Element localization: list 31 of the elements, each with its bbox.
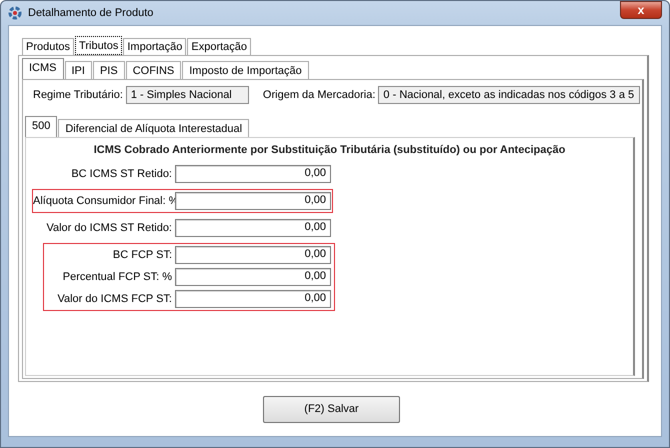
regime-field[interactable]: 1 - Simples Nacional — [126, 86, 250, 104]
tab[interactable]: ICMS — [22, 58, 64, 79]
tab[interactable]: IPI — [64, 61, 92, 79]
field-label: Valor do ICMS ST Retido: — [45, 222, 173, 234]
input-field[interactable]: 0,00 — [175, 290, 331, 308]
field-label: Valor do ICMS FCP ST: — [56, 293, 173, 305]
field-label: Origem da Mercadoria: — [262, 89, 376, 101]
input-field[interactable]: 0,00 — [175, 165, 331, 183]
tab[interactable]: Diferencial de Alíquota Interestadual — [58, 119, 250, 137]
close-button[interactable]: x — [620, 1, 662, 19]
input-field[interactable]: 0,00 — [175, 268, 331, 286]
field-label: Percentual FCP ST: % — [62, 271, 173, 283]
section-heading: ICMS Cobrado Anteriormente por Substituição Tributária (substituído) ou por Antecipação — [92, 144, 566, 156]
input-field[interactable]: 0,00 — [175, 219, 331, 237]
save-button[interactable]: (F2) Salvar — [263, 396, 400, 422]
tab[interactable]: Exportação — [187, 38, 252, 55]
input-field[interactable]: 0,00 — [175, 246, 331, 264]
tab[interactable]: Importação — [123, 38, 186, 55]
tab[interactable]: Imposto de Importação — [182, 61, 309, 79]
tab[interactable]: 500 — [25, 116, 58, 137]
tab[interactable]: PIS — [92, 61, 125, 79]
origin-field[interactable]: 0 - Nacional, exceto as indicadas nos códigos 3 a 5 — [378, 86, 640, 104]
app-icon — [8, 6, 22, 20]
field-label: BC FCP ST: — [112, 249, 173, 261]
field-label: BC ICMS ST Retido: — [70, 168, 173, 180]
tab[interactable]: COFINS — [126, 61, 182, 79]
tab[interactable]: Produtos — [22, 38, 74, 55]
window-title: Detalhamento de Produto — [28, 7, 154, 19]
field-label: Regime Tributário: — [33, 89, 123, 101]
tab[interactable]: Tributos — [75, 36, 122, 55]
input-field[interactable]: 0,00 — [175, 192, 331, 210]
